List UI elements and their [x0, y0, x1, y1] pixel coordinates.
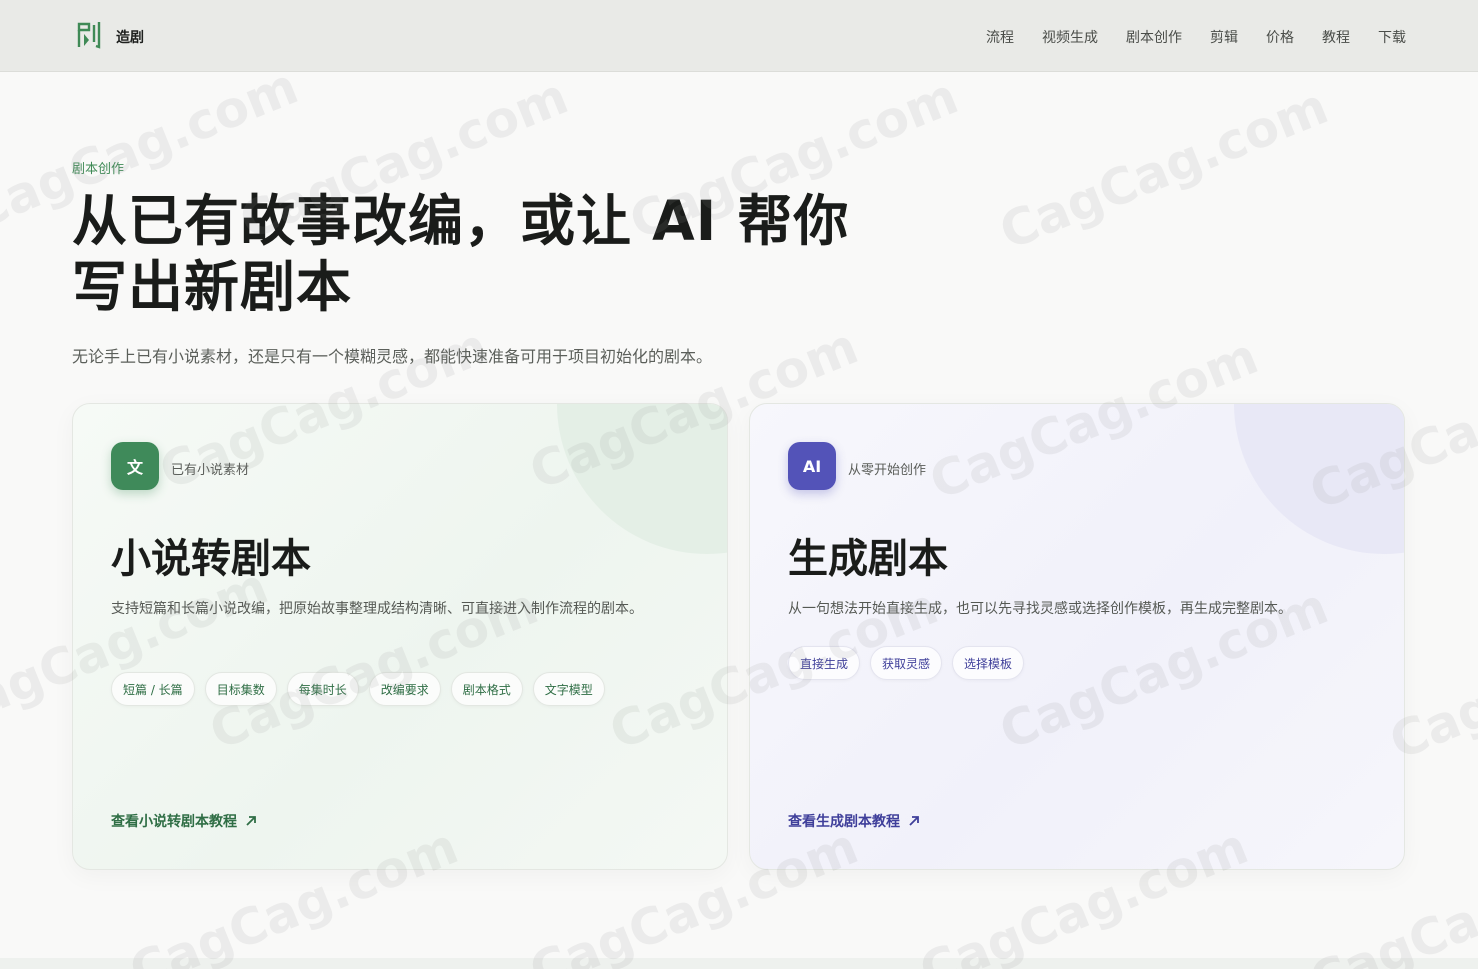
card-description: 从一句想法开始直接生成，也可以先寻找灵感或选择创作模板，再生成完整剧本。: [788, 601, 1292, 617]
card-title: 生成剧本: [788, 536, 948, 582]
generate-tutorial-link[interactable]: 查看生成剧本教程: [788, 811, 920, 831]
watermark-text: CagCag.com: [991, 77, 1336, 261]
novel-tutorial-link[interactable]: 查看小说转剧本教程: [111, 811, 257, 831]
card-title: 小说转剧本: [111, 536, 311, 582]
link-label: 查看小说转剧本教程: [111, 814, 237, 830]
section-eyebrow: 剧本创作: [72, 162, 125, 177]
arrow-up-right-icon: [909, 816, 919, 826]
bottom-section-edge: [0, 958, 1478, 969]
link-label: 查看生成剧本教程: [788, 814, 900, 830]
page-title: 从已有故事改编，或让 AI 帮你写出新剧本: [72, 189, 850, 319]
arrow-up-right-icon: [246, 816, 256, 826]
card-badge-label: 已有小说素材: [171, 463, 250, 478]
card-description: 支持短篇和长篇小说改编，把原始故事整理成结构清晰、可直接进入制作流程的剧本。: [111, 601, 643, 617]
feature-chip: 选择模板: [952, 646, 1025, 680]
feature-chip: 文字模型: [532, 672, 605, 706]
feature-chip: 剧本格式: [450, 672, 523, 706]
nav-item-pricing[interactable]: 价格: [1266, 27, 1294, 47]
feature-chip: 每集时长: [286, 672, 359, 706]
text-badge-icon: 文: [111, 442, 159, 490]
novel-to-script-card: 文 已有小说素材 小说转剧本 支持短篇和长篇小说改编，把原始故事整理成结构清晰、…: [72, 403, 728, 870]
ai-badge-icon: AI: [788, 442, 836, 490]
main-nav: 流程 视频生成 剧本创作 剪辑 价格 教程 下载: [986, 27, 1406, 47]
nav-item-script[interactable]: 剧本创作: [1126, 27, 1182, 47]
page-subtitle: 无论手上已有小说素材，还是只有一个模糊灵感，都能快速准备可用于项目初始化的剧本。: [72, 347, 713, 366]
feature-chip: 短篇 / 长篇: [111, 672, 195, 706]
feature-chips: 短篇 / 长篇 目标集数 每集时长 改编要求 剧本格式 文字模型: [111, 672, 605, 706]
feature-chip: 目标集数: [204, 672, 277, 706]
feature-chip: 获取灵感: [870, 646, 943, 680]
decorative-circle: [1234, 404, 1404, 554]
generate-script-card: AI 从零开始创作 生成剧本 从一句想法开始直接生成，也可以先寻找灵感或选择创作…: [749, 403, 1405, 870]
nav-item-edit[interactable]: 剪辑: [1210, 27, 1238, 47]
feature-chip: 改编要求: [368, 672, 441, 706]
logo-icon[interactable]: [76, 20, 102, 50]
nav-item-download[interactable]: 下载: [1378, 27, 1406, 47]
nav-item-tutorial[interactable]: 教程: [1322, 27, 1350, 47]
logo-text[interactable]: 造剧: [116, 27, 144, 47]
top-navbar: 造剧 流程 视频生成 剧本创作 剪辑 价格 教程 下载: [0, 0, 1478, 72]
feature-chip: 直接生成: [788, 646, 861, 680]
card-badge-label: 从零开始创作: [848, 463, 927, 478]
decorative-circle: [557, 404, 727, 554]
feature-chips: 直接生成 获取灵感 选择模板: [788, 646, 1025, 680]
nav-item-flow[interactable]: 流程: [986, 27, 1014, 47]
nav-item-video[interactable]: 视频生成: [1042, 27, 1098, 47]
